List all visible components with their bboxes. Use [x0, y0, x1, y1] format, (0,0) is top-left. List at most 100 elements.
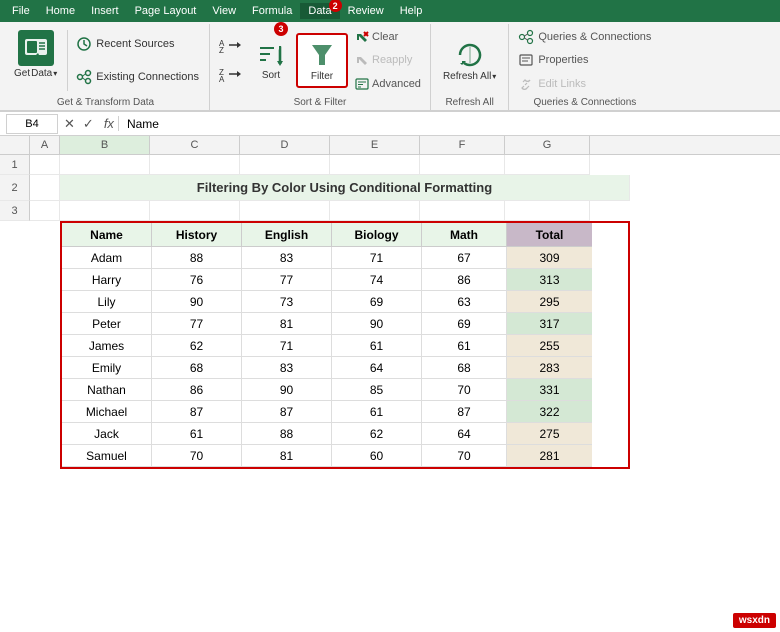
cell-history[interactable]: 62 [152, 335, 242, 357]
sort-az-button[interactable]: A Z [216, 33, 246, 60]
cell-a2[interactable] [30, 175, 60, 201]
refresh-all-button[interactable]: Refresh All ▾ [437, 35, 502, 86]
menu-review[interactable]: Review [340, 3, 392, 19]
cell-name[interactable]: Peter [62, 313, 152, 335]
cell-math[interactable]: 87 [422, 401, 507, 423]
formula-input[interactable] [127, 114, 774, 134]
cell-math[interactable]: 63 [422, 291, 507, 313]
cell-name[interactable]: James [62, 335, 152, 357]
cell-biology[interactable]: 61 [332, 401, 422, 423]
cell-reference-box[interactable]: B4 [6, 114, 58, 134]
cell-biology[interactable]: 61 [332, 335, 422, 357]
cell-total[interactable]: 317 [507, 313, 592, 335]
cell-history[interactable]: 87 [152, 401, 242, 423]
cell-total[interactable]: 313 [507, 269, 592, 291]
menu-page-layout[interactable]: Page Layout [127, 3, 205, 19]
cell-history[interactable]: 77 [152, 313, 242, 335]
cell-english[interactable]: 81 [242, 313, 332, 335]
cell-math[interactable]: 67 [422, 247, 507, 269]
cell-biology[interactable]: 85 [332, 379, 422, 401]
cell-name[interactable]: Samuel [62, 445, 152, 467]
advanced-button[interactable]: Advanced [352, 75, 424, 93]
col-header-a[interactable]: A [30, 136, 60, 154]
cell-english[interactable]: 87 [242, 401, 332, 423]
cell-total[interactable]: 322 [507, 401, 592, 423]
cell-history[interactable]: 68 [152, 357, 242, 379]
menu-home[interactable]: Home [38, 3, 83, 19]
cell-name[interactable]: Lily [62, 291, 152, 313]
cell-name[interactable]: Nathan [62, 379, 152, 401]
cell-name[interactable]: Harry [62, 269, 152, 291]
cell-name[interactable]: Adam [62, 247, 152, 269]
menu-formula[interactable]: Formula [244, 3, 300, 19]
cell-biology[interactable]: 71 [332, 247, 422, 269]
menu-file[interactable]: File [4, 3, 38, 19]
cell-english[interactable]: 83 [242, 357, 332, 379]
cell-math[interactable]: 61 [422, 335, 507, 357]
cell-english[interactable]: 83 [242, 247, 332, 269]
sort-button[interactable]: Sort 3 [250, 36, 292, 85]
cell-f1[interactable] [420, 155, 505, 175]
get-data-button[interactable]: Get Data ▾ [8, 26, 63, 95]
cell-biology[interactable]: 60 [332, 445, 422, 467]
queries-connections-button[interactable]: Queries & Connections [515, 27, 654, 47]
cell-b1[interactable] [60, 155, 150, 175]
cell-g1[interactable] [505, 155, 590, 175]
cell-total[interactable]: 331 [507, 379, 592, 401]
col-header-c[interactable]: C [150, 136, 240, 154]
cell-biology[interactable]: 64 [332, 357, 422, 379]
cell-history[interactable]: 90 [152, 291, 242, 313]
cell-a1[interactable] [30, 155, 60, 175]
cell-biology[interactable]: 69 [332, 291, 422, 313]
cell-english[interactable]: 90 [242, 379, 332, 401]
cell-english[interactable]: 81 [242, 445, 332, 467]
clear-button[interactable]: Clear [352, 28, 424, 46]
cell-biology[interactable]: 62 [332, 423, 422, 445]
existing-connections-button[interactable]: Existing Connections [72, 67, 203, 87]
cell-english[interactable]: 71 [242, 335, 332, 357]
recent-sources-button[interactable]: Recent Sources [72, 34, 203, 54]
menu-view[interactable]: View [204, 3, 244, 19]
col-header-e[interactable]: E [330, 136, 420, 154]
properties-button[interactable]: Properties [515, 50, 654, 70]
col-header-b[interactable]: B [60, 136, 150, 154]
cell-total[interactable]: 295 [507, 291, 592, 313]
cell-d1[interactable] [240, 155, 330, 175]
cell-math[interactable]: 86 [422, 269, 507, 291]
edit-links-button[interactable]: Edit Links [515, 74, 654, 94]
cell-total[interactable]: 255 [507, 335, 592, 357]
menu-help[interactable]: Help [392, 3, 431, 19]
cell-english[interactable]: 73 [242, 291, 332, 313]
cell-math[interactable]: 68 [422, 357, 507, 379]
cell-name[interactable]: Emily [62, 357, 152, 379]
cell-english[interactable]: 88 [242, 423, 332, 445]
cell-history[interactable]: 86 [152, 379, 242, 401]
cell-e1[interactable] [330, 155, 420, 175]
cell-history[interactable]: 61 [152, 423, 242, 445]
cell-math[interactable]: 70 [422, 445, 507, 467]
cell-biology[interactable]: 74 [332, 269, 422, 291]
cell-history[interactable]: 70 [152, 445, 242, 467]
col-header-f[interactable]: F [420, 136, 505, 154]
cell-history[interactable]: 76 [152, 269, 242, 291]
cell-total[interactable]: 281 [507, 445, 592, 467]
sort-za-button[interactable]: Z A [216, 62, 246, 89]
reapply-button[interactable]: Reapply [352, 51, 424, 69]
cell-name[interactable]: Jack [62, 423, 152, 445]
cell-biology[interactable]: 90 [332, 313, 422, 335]
col-header-g[interactable]: G [505, 136, 590, 154]
cell-total[interactable]: 283 [507, 357, 592, 379]
cell-math[interactable]: 70 [422, 379, 507, 401]
menu-data[interactable]: Data 2 [300, 3, 339, 19]
cell-english[interactable]: 77 [242, 269, 332, 291]
cell-total[interactable]: 309 [507, 247, 592, 269]
cell-math[interactable]: 64 [422, 423, 507, 445]
cell-math[interactable]: 69 [422, 313, 507, 335]
cell-name[interactable]: Michael [62, 401, 152, 423]
cell-history[interactable]: 88 [152, 247, 242, 269]
col-header-d[interactable]: D [240, 136, 330, 154]
filter-button[interactable]: Filter [296, 33, 348, 88]
menu-insert[interactable]: Insert [83, 3, 127, 19]
cell-c1[interactable] [150, 155, 240, 175]
cell-total[interactable]: 275 [507, 423, 592, 445]
